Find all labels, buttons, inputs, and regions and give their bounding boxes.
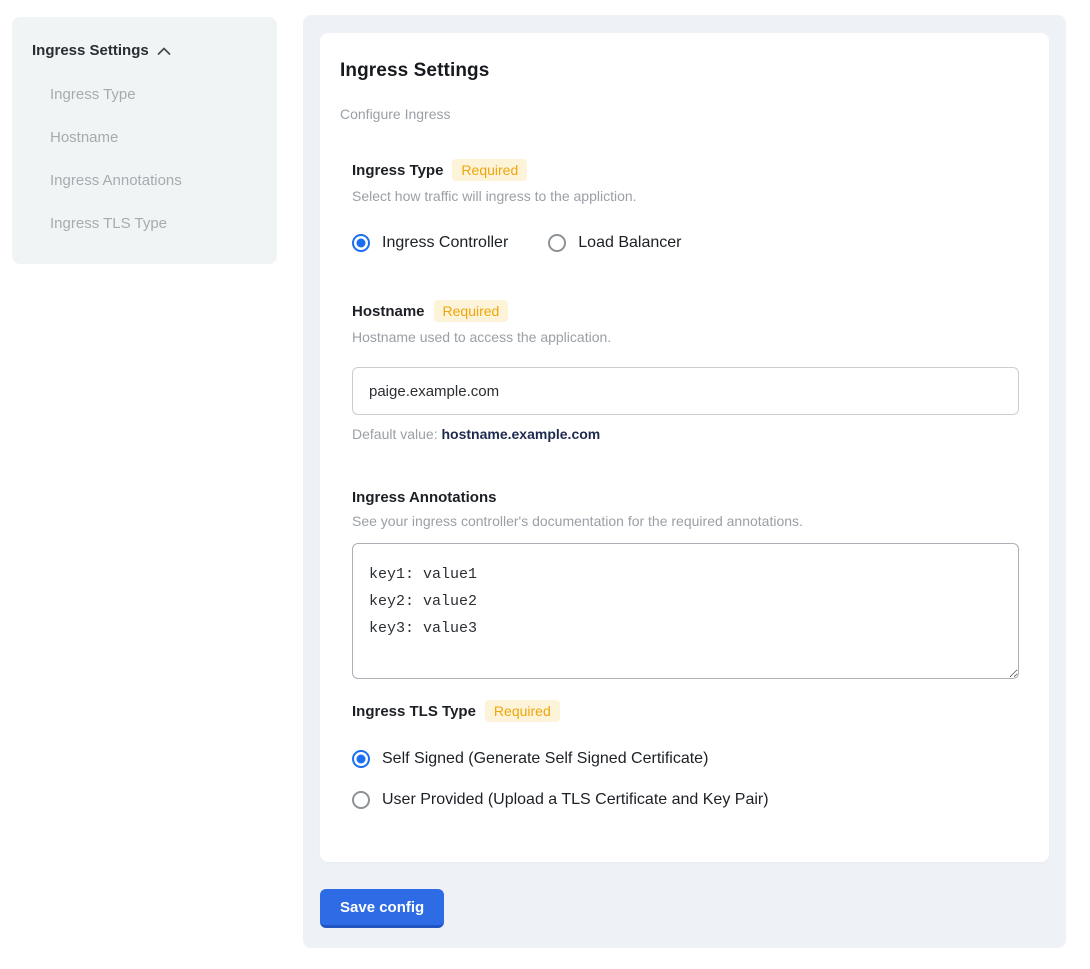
settings-sidebar: Ingress Settings Ingress Type Hostname I… bbox=[12, 17, 277, 264]
radio-selected-icon[interactable] bbox=[352, 750, 370, 768]
section-ingress-tls-type: Ingress TLS Type Required Self Signed (G… bbox=[352, 700, 1019, 809]
required-badge: Required bbox=[485, 700, 560, 722]
ingress-tls-radio-group: Self Signed (Generate Self Signed Certif… bbox=[352, 750, 1019, 809]
sidebar-item-ingress-annotations[interactable]: Ingress Annotations bbox=[50, 172, 257, 189]
sidebar-item-list: Ingress Type Hostname Ingress Annotation… bbox=[32, 86, 257, 232]
ingress-annotations-textarea[interactable]: key1: value1 key2: value2 key3: value3 bbox=[352, 543, 1019, 679]
ingress-annotations-label: Ingress Annotations bbox=[352, 489, 496, 506]
ingress-annotations-description: See your ingress controller's documentat… bbox=[352, 513, 1019, 529]
page-title: Ingress Settings bbox=[340, 60, 1029, 82]
radio-label: Self Signed (Generate Self Signed Certif… bbox=[382, 750, 708, 768]
ingress-type-label: Ingress Type bbox=[352, 162, 443, 179]
form-sections: Ingress Type Required Select how traffic… bbox=[352, 159, 1019, 809]
sidebar-section-toggle[interactable]: Ingress Settings bbox=[32, 41, 257, 60]
section-ingress-type: Ingress Type Required Select how traffic… bbox=[352, 159, 1019, 252]
required-badge: Required bbox=[434, 300, 509, 322]
hostname-label: Hostname bbox=[352, 303, 425, 320]
default-value-label: Default value: bbox=[352, 426, 442, 442]
ingress-tls-type-label: Ingress TLS Type bbox=[352, 703, 476, 720]
radio-option-self-signed[interactable]: Self Signed (Generate Self Signed Certif… bbox=[352, 750, 1019, 768]
sidebar-item-ingress-tls-type[interactable]: Ingress TLS Type bbox=[50, 215, 257, 232]
hostname-description: Hostname used to access the application. bbox=[352, 329, 1019, 345]
hostname-default-line: Default value: hostname.example.com bbox=[352, 426, 1019, 442]
required-badge: Required bbox=[452, 159, 527, 181]
radio-unselected-icon[interactable] bbox=[352, 791, 370, 809]
ingress-type-description: Select how traffic will ingress to the a… bbox=[352, 188, 1019, 204]
radio-label: Ingress Controller bbox=[382, 234, 508, 252]
sidebar-section-title: Ingress Settings bbox=[32, 42, 149, 59]
ingress-settings-panel: Ingress Settings Configure Ingress Ingre… bbox=[303, 15, 1066, 948]
radio-option-load-balancer[interactable]: Load Balancer bbox=[548, 234, 681, 252]
radio-label: User Provided (Upload a TLS Certificate … bbox=[382, 791, 769, 809]
sidebar-item-ingress-type[interactable]: Ingress Type bbox=[50, 86, 257, 103]
radio-selected-icon[interactable] bbox=[352, 234, 370, 252]
default-value-text: hostname.example.com bbox=[442, 426, 601, 442]
radio-option-user-provided[interactable]: User Provided (Upload a TLS Certificate … bbox=[352, 791, 1019, 809]
radio-label: Load Balancer bbox=[578, 234, 681, 252]
section-hostname: Hostname Required Hostname used to acces… bbox=[352, 300, 1019, 442]
save-config-button[interactable]: Save config bbox=[320, 889, 444, 928]
chevron-up-icon bbox=[157, 43, 171, 60]
section-ingress-annotations: Ingress Annotations See your ingress con… bbox=[352, 489, 1019, 679]
radio-option-ingress-controller[interactable]: Ingress Controller bbox=[352, 234, 508, 252]
ingress-type-radio-group: Ingress Controller Load Balancer bbox=[352, 234, 1019, 252]
sidebar-item-hostname[interactable]: Hostname bbox=[50, 129, 257, 146]
page-subtitle: Configure Ingress bbox=[340, 106, 1029, 122]
ingress-settings-card: Ingress Settings Configure Ingress Ingre… bbox=[320, 33, 1049, 862]
hostname-input[interactable] bbox=[352, 367, 1019, 415]
radio-unselected-icon[interactable] bbox=[548, 234, 566, 252]
